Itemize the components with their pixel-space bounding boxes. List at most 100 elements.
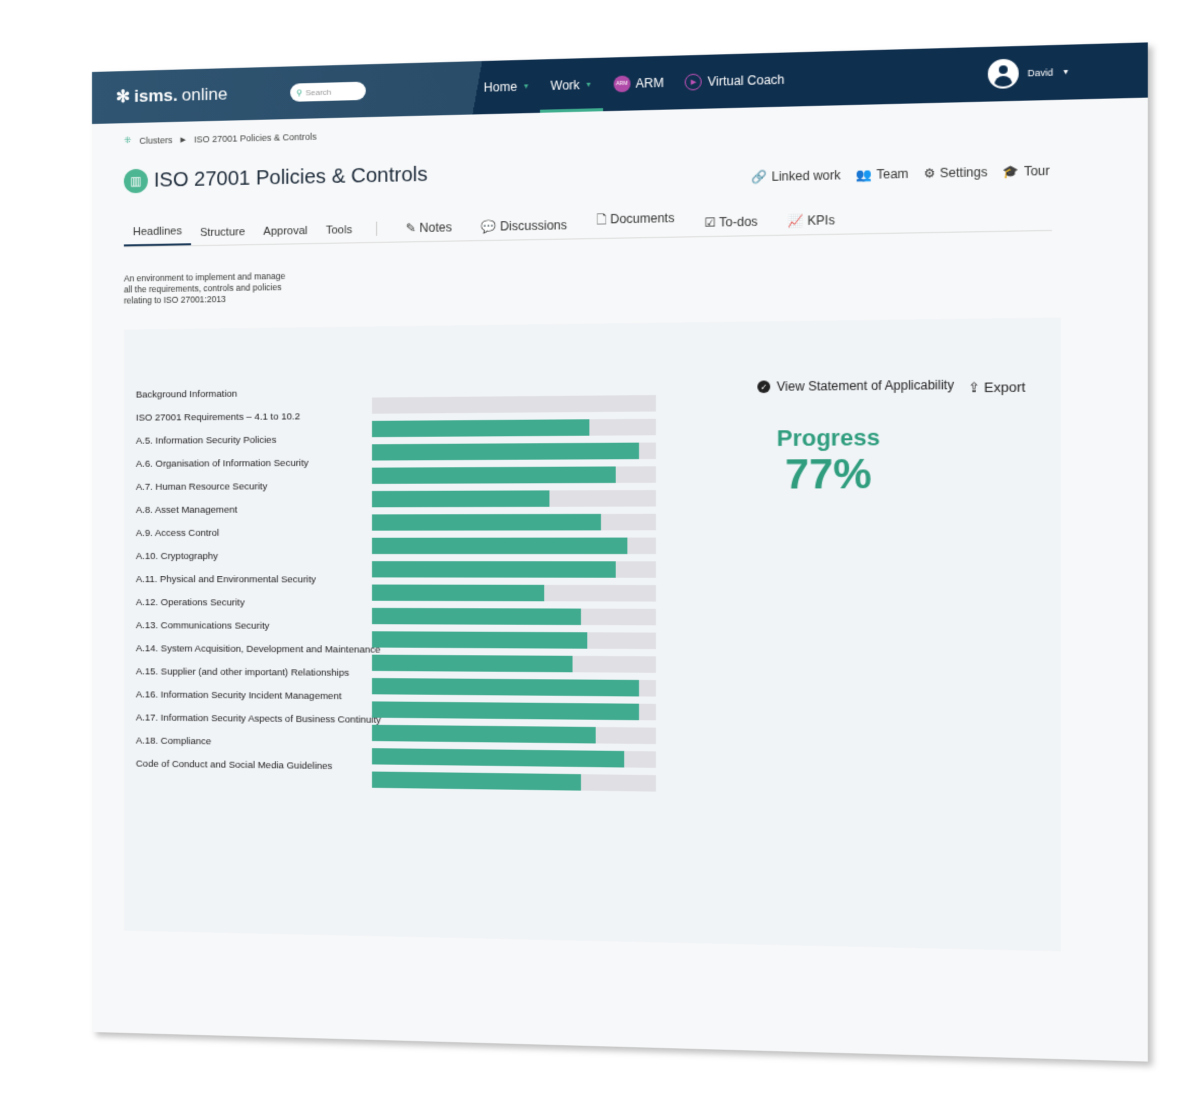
check-circle-icon: ✓: [757, 380, 771, 394]
bar: [371, 724, 596, 744]
category-label: ISO 27001 Requirements – 4.1 to 10.2: [135, 411, 301, 424]
bar: [371, 584, 545, 602]
chevron-right-icon: ▶: [180, 136, 186, 144]
nav-home[interactable]: Home ▼: [473, 59, 540, 114]
bar-track: [371, 418, 656, 438]
bar-track: [371, 607, 656, 626]
category-label: A.10. Cryptography: [135, 550, 219, 563]
document-icon: 🗋: [596, 212, 611, 227]
linked-work-button[interactable]: 🔗 Linked work: [751, 168, 840, 184]
arm-icon: ARM: [613, 75, 631, 93]
bar: [371, 748, 625, 768]
category-label: A.18. Compliance: [135, 735, 212, 748]
category-label: A.9. Access Control: [135, 527, 220, 539]
logo[interactable]: ✻ isms. online: [116, 84, 228, 107]
bar-track: [371, 701, 656, 721]
category-label: Code of Conduct and Social Media Guideli…: [135, 758, 333, 773]
description: An environment to implement and manage a…: [123, 270, 286, 306]
divider: [375, 221, 377, 236]
bar-track: [371, 724, 656, 745]
export-button[interactable]: ⇪ Export: [968, 379, 1025, 396]
category-label: A.7. Human Resource Security: [135, 481, 268, 493]
breadcrumb-current: ISO 27001 Policies & Controls: [193, 131, 317, 145]
caret-down-icon: ▼: [1062, 68, 1070, 76]
bar-track: [371, 513, 656, 531]
category-label: A.11. Physical and Environmental Securit…: [135, 574, 316, 586]
progress-panel: Background Information ISO 27001 Require…: [123, 317, 1061, 952]
category-label: A.17. Information Security Aspects of Bu…: [135, 712, 382, 726]
bar: [371, 466, 616, 484]
tour-button[interactable]: 🎓 Tour: [1003, 163, 1050, 179]
bar: [371, 678, 639, 697]
tab-tools[interactable]: Tools: [317, 224, 362, 243]
search-input[interactable]: ⚲ Search: [290, 81, 366, 102]
tab-headlines[interactable]: Headlines: [123, 225, 191, 247]
bar-track: [371, 654, 656, 673]
tab-kpis[interactable]: 📈 KPIs: [773, 213, 850, 235]
bar-track: [371, 561, 656, 578]
category-label: A.16. Information Security Incident Mana…: [135, 689, 342, 703]
bar: [371, 607, 582, 626]
category-label: A.14. System Acquisition, Development an…: [135, 643, 381, 656]
nav-virtual-coach[interactable]: ▶ Virtual Coach: [675, 52, 796, 109]
tab-documents[interactable]: 🗋 Documents: [582, 208, 690, 238]
category-label: A.13. Communications Security: [135, 620, 270, 632]
progress-label: Progress: [776, 424, 880, 452]
category-label: A.6. Organisation of Information Securit…: [135, 457, 309, 470]
bar-track: [371, 748, 656, 768]
bar-track: [371, 631, 656, 650]
clusters-icon: ⁜: [123, 135, 132, 146]
tab-structure[interactable]: Structure: [191, 226, 254, 245]
tab-approval[interactable]: Approval: [254, 225, 316, 244]
gear-icon: ⚙: [923, 165, 936, 181]
app-window: ✻ isms. online ⚲ Search Home ▼ Work ▼ ARM ARM …: [92, 42, 1148, 1062]
bar: [371, 490, 550, 508]
top-bar: ✻ isms. online ⚲ Search Home ▼ Work ▼ ARM ARM …: [92, 42, 1148, 124]
bar: [371, 631, 587, 649]
bar: [371, 701, 639, 721]
tab-todos[interactable]: ☑ To-dos: [689, 214, 772, 236]
bar-track: [371, 394, 656, 414]
bar-track: [371, 490, 656, 508]
map-icon: ▥: [123, 168, 148, 194]
bar: [371, 771, 582, 791]
category-labels: Background Information ISO 27001 Require…: [136, 381, 381, 779]
clipboard-check-icon: ☑: [704, 215, 720, 230]
tab-notes[interactable]: ✎ Notes: [391, 220, 466, 242]
user-menu[interactable]: David ▼: [987, 57, 1070, 89]
team-icon: 👥: [855, 167, 873, 183]
bar: [371, 442, 639, 461]
category-label: A.15. Supplier (and other important) Rel…: [135, 666, 350, 679]
team-button[interactable]: 👥 Team: [856, 166, 909, 182]
chart-icon: 📈: [787, 213, 808, 229]
page-title: ISO 27001 Policies & Controls: [153, 163, 428, 192]
tab-bar: Headlines Structure Approval Tools ✎ Not…: [123, 205, 1052, 248]
breadcrumb: ⁜ Clusters ▶ ISO 27001 Policies & Contro…: [124, 131, 317, 147]
bar-track: [371, 584, 656, 602]
bar: [371, 537, 628, 555]
tab-discussions[interactable]: 💬 Discussions: [466, 218, 581, 241]
bar: [371, 561, 616, 578]
bar: [371, 654, 573, 673]
edit-icon: ✎: [405, 220, 420, 236]
category-label: A.8. Asset Management: [135, 504, 238, 516]
logo-icon: ✻: [115, 86, 131, 107]
progress-summary: Progress 77%: [777, 424, 880, 499]
bar-chart: [371, 394, 656, 799]
bar-track: [371, 442, 656, 461]
graduation-cap-icon: 🎓: [1002, 164, 1020, 180]
bar-track: [371, 771, 656, 792]
play-icon: ▶: [685, 73, 703, 91]
nav-work[interactable]: Work ▼: [540, 58, 603, 113]
link-icon: 🔗: [751, 169, 768, 185]
settings-button[interactable]: ⚙ Settings: [924, 165, 988, 181]
caret-down-icon: ▼: [584, 81, 593, 89]
bar: [371, 513, 602, 531]
view-soa-button[interactable]: ✓ View Statement of Applicability: [757, 378, 954, 394]
breadcrumb-clusters[interactable]: Clusters: [139, 135, 172, 146]
bar-track: [371, 678, 656, 697]
progress-value: 77%: [784, 451, 872, 498]
chat-icon: 💬: [480, 219, 501, 234]
upload-icon: ⇪: [968, 379, 985, 396]
nav-arm[interactable]: ARM ARM: [603, 56, 675, 112]
